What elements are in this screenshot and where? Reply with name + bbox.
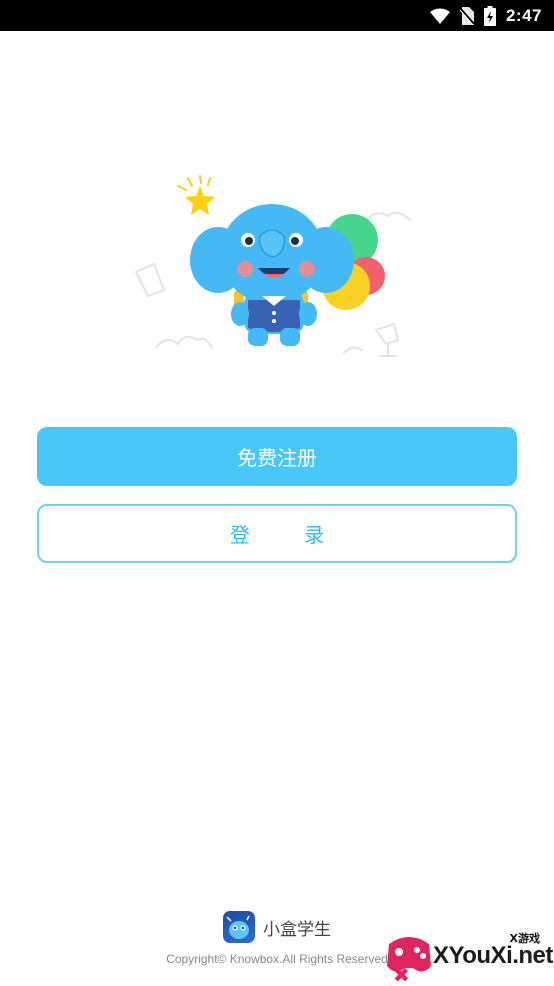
star-icon — [177, 175, 215, 215]
wifi-icon — [429, 8, 450, 24]
login-button[interactable]: 登 录 — [37, 504, 517, 563]
mascot-illustration — [126, 168, 416, 363]
elephant-mascot — [190, 204, 354, 346]
app-logo-icon — [223, 911, 255, 943]
gamepad-logo-icon: ✖ — [387, 937, 431, 984]
status-time: 2:47 — [505, 5, 542, 25]
battery-charging-icon — [483, 5, 496, 26]
svg-text:✖: ✖ — [393, 963, 410, 984]
no-sim-icon — [459, 6, 474, 25]
register-button[interactable]: 免费注册 — [37, 427, 517, 486]
watermark-main-text: XYouXi.net — [433, 942, 553, 969]
status-bar: 2:47 — [0, 0, 554, 31]
site-watermark: ✖ X游戏 XYouXi.net — [383, 928, 554, 984]
app-name: 小盒学生 — [263, 919, 331, 940]
